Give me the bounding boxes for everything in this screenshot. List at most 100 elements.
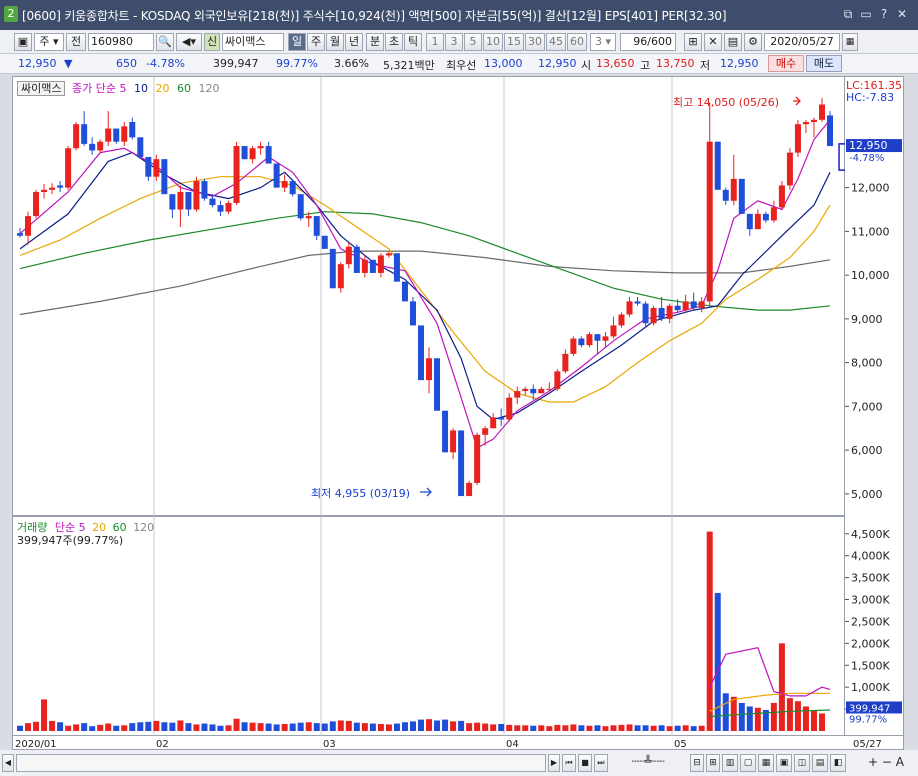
candle-body (586, 334, 593, 346)
high-price: 13,750 (656, 57, 695, 70)
stock-code-input[interactable]: 160980 (88, 33, 154, 51)
title-bar: 2 [0600] 키움종합차트 - KOSDAQ 외국인보유[218(천)] 주… (0, 0, 918, 30)
last-pct-label: -4.78% (849, 153, 884, 164)
minute-5[interactable]: 5 (464, 33, 482, 51)
save-icon[interactable]: ▤ (724, 33, 742, 51)
window-icon[interactable]: ▢ (740, 754, 756, 772)
volume-bar (17, 725, 23, 731)
volume-bar (602, 726, 609, 731)
search-icon[interactable]: 🔍 (156, 33, 174, 51)
volume-bar (57, 722, 64, 731)
minute-3[interactable]: 3 (445, 33, 463, 51)
candle-body (345, 246, 352, 265)
legend-ma-label: 종가 단순 (71, 82, 116, 95)
tool-icon[interactable]: ✕ (704, 33, 722, 51)
date-input[interactable]: 2020/05/27 (764, 33, 840, 51)
settings-icon[interactable]: ⚙ (744, 33, 762, 51)
font-size-controls[interactable]: + − A (856, 754, 916, 772)
scroll-right-icon[interactable]: ▶ (548, 754, 560, 772)
minute-60[interactable]: 60 (567, 33, 587, 51)
candle-body (129, 122, 136, 138)
volume-bar (682, 725, 689, 731)
candle-body (546, 388, 553, 390)
volume-bar (385, 724, 392, 731)
minimize-icon[interactable]: ▭ (858, 6, 874, 22)
tab-monthly[interactable]: 월 (326, 33, 344, 51)
volume-bar (185, 723, 192, 731)
calendar-icon[interactable]: ▦ (842, 33, 858, 51)
close-icon[interactable]: ✕ (894, 6, 910, 22)
split-icon[interactable]: ◧ (830, 754, 846, 772)
candle-body (209, 198, 216, 206)
candle-body (73, 124, 80, 149)
candle-body (393, 253, 400, 282)
low-arrow-icon (420, 487, 432, 497)
candle-body (113, 128, 120, 142)
volume-bar (169, 722, 176, 731)
view-icon[interactable]: ⊞ (706, 754, 720, 772)
volume-bar (153, 720, 160, 731)
minute-45[interactable]: 45 (546, 33, 566, 51)
layout-icon[interactable]: ▣ (14, 33, 32, 51)
tab-minute[interactable]: 분 (366, 33, 384, 51)
restore-icon[interactable]: ⧉ (840, 6, 856, 22)
vol-tick-label: 2,000K (851, 637, 890, 650)
stock-name-field[interactable]: 싸이맥스 (222, 33, 284, 51)
minute-30[interactable]: 30 (525, 33, 545, 51)
volume-bar (778, 643, 785, 731)
candle-body (746, 213, 753, 230)
last-icon[interactable]: ⏭ (594, 754, 608, 772)
candle-body (658, 307, 665, 319)
indicator-icon[interactable]: ⊞ (684, 33, 702, 51)
prev-button[interactable]: 전 (66, 33, 86, 51)
legend-stock-name: 싸이맥스 (17, 81, 66, 96)
scroll-left-icon[interactable]: ◀ (2, 754, 14, 772)
scroll-track[interactable] (16, 754, 546, 772)
volume-bar (722, 693, 729, 731)
zoom-icon[interactable]: ⊟ (690, 754, 704, 772)
layout2-icon[interactable]: ▣ (776, 754, 792, 772)
candle-body (618, 314, 625, 326)
sound-icon[interactable]: ◀▾ (176, 33, 202, 51)
chart-scrollbar[interactable]: ◀ ▶ ⏮ ■ ⏭ ┈┈╩┈┈ ⊟ ⊞ ▥ ▢ ▦ ▣ ◫ ▤ ◧ + − A (0, 750, 918, 776)
grid-icon[interactable]: ▥ (722, 754, 738, 772)
stop-icon[interactable]: ■ (578, 754, 592, 772)
data-count-input[interactable]: 96/600 (620, 33, 676, 51)
tab-daily[interactable]: 일 (288, 33, 306, 51)
chart-toolbar: ▣ 주 ▾ 전 160980 🔍 ◀▾ 신 싸이맥스 일 주 월 년 분 초 틱… (0, 30, 918, 54)
volume-bar (209, 724, 216, 731)
tab-tick[interactable]: 틱 (404, 33, 422, 51)
layout3-icon[interactable]: ◫ (794, 754, 810, 772)
tab-second[interactable]: 초 (385, 33, 403, 51)
zoom-slider[interactable]: ┈┈╩┈┈ (612, 754, 684, 772)
price-tick-label: 8,000 (851, 357, 883, 370)
minute-value-select[interactable]: 3 ▾ (590, 33, 616, 51)
volume-bar (193, 724, 200, 731)
tile-icon[interactable]: ▦ (758, 754, 774, 772)
candle-body (273, 163, 280, 188)
minute-1[interactable]: 1 (426, 33, 444, 51)
minute-10[interactable]: 10 (483, 33, 503, 51)
sell-button[interactable]: 매도 (806, 55, 842, 72)
buy-button[interactable]: 매수 (768, 55, 804, 72)
help-icon[interactable]: ? (876, 6, 892, 22)
tab-weekly[interactable]: 주 (307, 33, 325, 51)
volume-bar (794, 701, 801, 731)
date-tick-label: 05/27 (853, 739, 882, 750)
price-chart-panel[interactable]: 싸이맥스 종가 단순 5 10 20 60 120 최고 14,050 (05/… (12, 76, 848, 517)
tab-yearly[interactable]: 년 (345, 33, 363, 51)
first-icon[interactable]: ⏮ (562, 754, 576, 772)
volume-bar (506, 724, 513, 731)
period-select[interactable]: 주 ▾ (34, 33, 64, 51)
date-tick-label: 02 (156, 739, 169, 750)
candle-body (169, 194, 176, 210)
candle-body (602, 336, 609, 341)
candle-body (706, 141, 713, 302)
panel-icon[interactable]: ▤ (812, 754, 828, 772)
legend-ma20: 20 (155, 82, 170, 95)
volume-bar (450, 721, 457, 731)
minute-15[interactable]: 15 (504, 33, 524, 51)
volume-bar (369, 723, 376, 731)
volume-chart-panel[interactable]: 거래량 단순 5 20 60 120 399,947주(99.77%) (12, 516, 845, 737)
vol-tick-label: 3,000K (851, 594, 890, 607)
